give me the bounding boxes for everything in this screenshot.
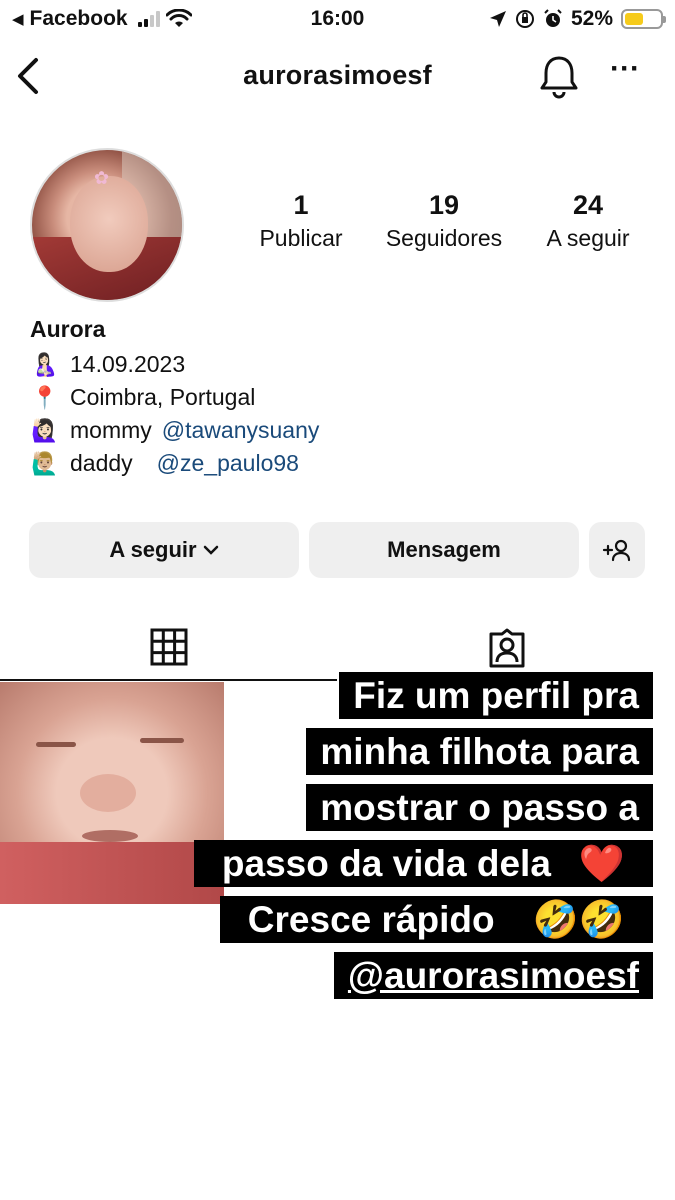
- story-mention-link[interactable]: @aurorasimoesf: [333, 952, 653, 999]
- suggested-people-button[interactable]: [589, 522, 645, 578]
- profile-stats: 1 Publicar 19 Seguidores 24 A seguir: [228, 190, 658, 260]
- profile-bio: Aurora 🤱🏻 14.09.2023 📍 Coimbra, Portugal…: [30, 316, 630, 480]
- stat-followers[interactable]: 19 Seguidores: [376, 190, 512, 252]
- story-line-2: minha filhota para: [193, 724, 653, 780]
- message-button-label: Mensagem: [387, 537, 501, 562]
- stat-following[interactable]: 24 A seguir: [532, 190, 644, 252]
- man-raising-hand-icon: 🙋🏼‍♂️: [31, 450, 59, 476]
- location-arrow-icon: [489, 11, 506, 27]
- alarm-icon: [544, 9, 562, 27]
- stat-following-label: A seguir: [546, 225, 630, 251]
- avatar[interactable]: ✿: [30, 148, 184, 302]
- bio-mommy-line: 🙋🏻‍♀️ mommy @tawanysuany: [30, 414, 630, 447]
- add-person-icon: [602, 539, 631, 562]
- laughing-emoji-icon: 🤣🤣: [518, 896, 639, 943]
- bio-location: Coimbra, Portugal: [70, 384, 256, 410]
- story-caption: Fiz um perfil pra minha filhota para mos…: [193, 668, 653, 1004]
- daddy-handle-link[interactable]: @ze_paulo98: [157, 450, 299, 477]
- bio-birth-line: 🤱🏻 14.09.2023: [30, 348, 630, 381]
- bio-mommy-label: mommy: [70, 417, 152, 443]
- status-bar: ◀ Facebook 16:00 52%: [0, 0, 675, 40]
- chevron-down-icon: [203, 545, 218, 555]
- story-line-3: mostrar o passo a: [193, 780, 653, 836]
- mommy-handle-link[interactable]: @tawanysuany: [162, 417, 320, 444]
- stat-posts-count: 1: [293, 190, 309, 220]
- status-right: 52%: [489, 7, 666, 31]
- mother-baby-icon: 🤱🏻: [31, 351, 59, 377]
- post-thumbnail[interactable]: [0, 682, 224, 904]
- battery-icon: [621, 9, 666, 29]
- more-options-button[interactable]: ···: [608, 54, 642, 90]
- location-pin-icon: 📍: [31, 384, 59, 410]
- battery-percent: 52%: [570, 7, 613, 30]
- bio-location-line: 📍 Coimbra, Portugal: [30, 381, 630, 414]
- profile-name: Aurora: [30, 316, 106, 342]
- message-button[interactable]: Mensagem: [309, 522, 579, 578]
- stat-following-count: 24: [572, 190, 604, 220]
- tagged-person-icon: [489, 628, 524, 668]
- bell-icon: [540, 56, 578, 99]
- following-button[interactable]: A seguir: [29, 522, 299, 578]
- grid-icon: [150, 628, 187, 666]
- story-line-6: @aurorasimoesf: [193, 948, 653, 1004]
- more-dots-icon: ···: [610, 52, 640, 85]
- heart-icon: ❤️: [564, 840, 639, 887]
- story-line-1: Fiz um perfil pra: [193, 668, 653, 724]
- woman-raising-hand-icon: 🙋🏻‍♀️: [31, 417, 59, 443]
- bio-birth-date: 14.09.2023: [70, 351, 186, 377]
- story-line-5: Cresce rápido 🤣🤣: [193, 892, 653, 948]
- stat-followers-label: Seguidores: [385, 225, 503, 251]
- profile-header: aurorasimoesf ···: [0, 44, 675, 108]
- orientation-lock-icon: [515, 10, 534, 28]
- story-line-4: passo da vida dela ❤️: [193, 836, 653, 892]
- bio-daddy-line: 🙋🏼‍♂️ daddy @ze_paulo98: [30, 447, 630, 480]
- following-button-label: A seguir: [109, 537, 197, 562]
- notifications-button[interactable]: [538, 54, 580, 100]
- stat-followers-count: 19: [428, 190, 460, 220]
- bio-daddy-label: daddy: [70, 450, 133, 476]
- stat-posts-label: Publicar: [259, 225, 343, 251]
- stat-posts[interactable]: 1 Publicar: [246, 190, 356, 252]
